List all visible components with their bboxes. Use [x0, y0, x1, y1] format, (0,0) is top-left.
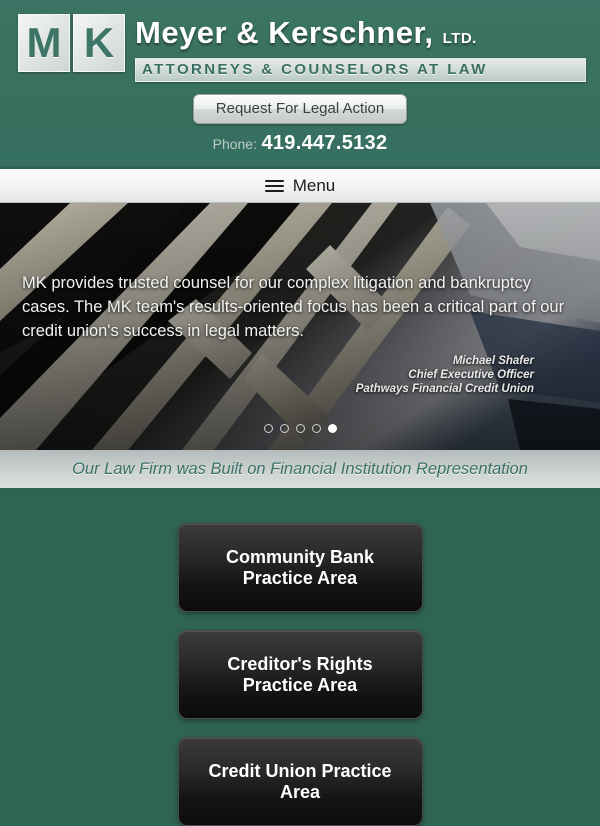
logo-row[interactable]: M K Meyer & Kerschner, LTD. ATTORNEYS & … — [0, 10, 600, 82]
mk-monogram: M K — [18, 14, 125, 72]
phone-label: Phone: — [212, 136, 257, 152]
hero-content: MK provides trusted counsel for our comp… — [0, 271, 600, 396]
monogram-letter-k: K — [83, 19, 115, 66]
attribution-organization: Pathways Financial Credit Union — [355, 383, 534, 395]
slider-dot-1[interactable] — [263, 424, 273, 433]
tagline-bar: Our Law Firm was Built on Financial Inst… — [0, 450, 600, 490]
monogram-box-m: M — [18, 14, 70, 72]
tagline-text: Our Law Firm was Built on Financial Inst… — [72, 459, 528, 478]
attribution-title: Chief Executive Officer — [408, 369, 534, 381]
firm-tagline: ATTORNEYS & COUNSELORS AT LAW — [142, 61, 488, 78]
firm-name-main: Meyer & Kerschner, — [135, 15, 434, 50]
mobile-menu-bar[interactable]: Menu — [0, 166, 600, 203]
firm-name: Meyer & Kerschner, LTD. — [135, 16, 586, 55]
logo-text-block: Meyer & Kerschner, LTD. ATTORNEYS & COUN… — [135, 14, 586, 82]
slider-dots — [0, 424, 600, 433]
monogram-box-k: K — [73, 14, 125, 72]
slider-dot-3[interactable] — [295, 424, 305, 433]
menu-label: Menu — [292, 175, 336, 195]
slider-dot-4[interactable] — [311, 424, 321, 433]
hero-slider: MK provides trusted counsel for our comp… — [0, 203, 600, 450]
firm-tagline-bar: ATTORNEYS & COUNSELORS AT LAW — [135, 58, 586, 82]
attribution-name: Michael Shafer — [452, 355, 534, 367]
request-legal-action-button[interactable]: Request For Legal Action — [192, 94, 408, 124]
practice-area-creditors-rights[interactable]: Creditor's Rights Practice Area — [177, 630, 423, 719]
practice-areas-section: Community Bank Practice Area Creditor's … — [0, 490, 600, 826]
hero-attribution: Michael Shafer Chief Executive Officer P… — [22, 354, 578, 396]
hamburger-icon[interactable] — [264, 177, 284, 195]
phone-number[interactable]: 419.447.5132 — [261, 132, 387, 154]
practice-area-community-bank[interactable]: Community Bank Practice Area — [177, 523, 423, 612]
slider-dot-5[interactable] — [327, 424, 337, 433]
site-header: M K Meyer & Kerschner, LTD. ATTORNEYS & … — [0, 0, 600, 166]
phone-line: Phone: 419.447.5132 — [0, 132, 600, 155]
practice-area-credit-union[interactable]: Credit Union Practice Area — [177, 737, 423, 826]
cta-wrapper: Request For Legal Action — [0, 94, 600, 124]
page-root: M K Meyer & Kerschner, LTD. ATTORNEYS & … — [0, 0, 600, 826]
monogram-letter-m: M — [26, 19, 62, 66]
slider-dot-2[interactable] — [279, 424, 289, 433]
firm-name-suffix: LTD. — [442, 30, 477, 47]
hero-quote: MK provides trusted counsel for our comp… — [22, 274, 565, 340]
